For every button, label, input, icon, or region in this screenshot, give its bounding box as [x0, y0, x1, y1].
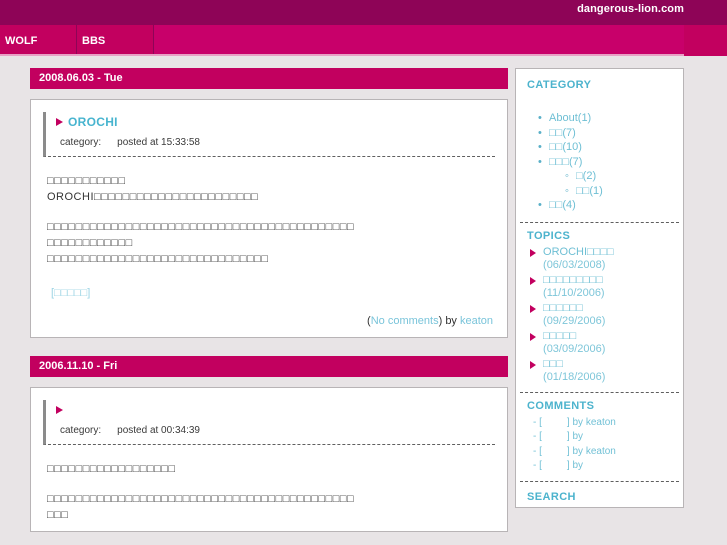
sidebar-divider — [520, 391, 679, 393]
comment-item[interactable]: - [ ] by — [533, 430, 672, 445]
post-more-link[interactable]: [□□□□□] — [47, 285, 90, 301]
post-body-line: □□□□□□□□□□□ — [47, 175, 126, 187]
topic-title: □□□□□ — [543, 329, 577, 342]
post-entry: OROCHI category: posted at 15:33:58 □□□□… — [30, 99, 509, 338]
triangle-bullet-icon — [530, 360, 537, 369]
site-header: dangerous-lion.com — [0, 0, 727, 25]
category-item[interactable]: □□(10) — [538, 140, 672, 155]
sidebar-section-topics: TOPICS OROCHI□□□□ (06/03/2008) □□□□□□□□□… — [516, 230, 683, 385]
sidebar-heading-topics: TOPICS — [527, 229, 571, 242]
comment-item[interactable]: - [ ] by keaton — [533, 445, 672, 460]
post-body: □□□□□□□□□□□□□□□□□□ □□□□□□□□□□□□□□□□□□□□□… — [43, 445, 495, 523]
category-subitem[interactable]: □□(1) — [565, 184, 672, 199]
comments-list: - [ ] by keaton - [ ] by - [ ] by keaton… — [527, 416, 672, 474]
sidebar-section-search: SEARCH — [516, 489, 683, 503]
post-body: □□□□□□□□□□□ OROCHI□□□□□□□□□□□□□□□□□□□□□□… — [43, 157, 495, 301]
post-body-line: □□□□□□□□□□□□□□□□□□□□□□□□□□□□□□□ — [47, 253, 269, 265]
nav-tab-wolf[interactable]: WOLF — [0, 25, 77, 56]
category-item-about[interactable]: About(1) — [538, 111, 672, 126]
post-date-bar: 2008.06.03 - Tue — [30, 68, 509, 89]
post-body-line: □□□□□□□□□□□□□□□□□□□□□□□□□□□□□□□□□□□□□□□□… — [47, 221, 355, 233]
sidebar-divider — [520, 221, 679, 223]
footer-paren-close: ) — [438, 315, 443, 327]
post-body-line: □□□□□□□□□□□□□□□□□□□□□□□□□□□□□□□□□□□□□□□□… — [47, 493, 355, 505]
content-column: 2008.06.03 - Tue OROCHI category: posted… — [30, 68, 509, 532]
post-meta: category: posted at 15:33:58 — [56, 137, 495, 148]
sidebar-section-category: CATEGORY About(1) □□(7) □□(10) □□□(7) □(… — [516, 79, 683, 213]
navigation-bar: WOLF BBS — [0, 25, 727, 56]
post-category-label: category: — [60, 425, 102, 436]
post-posted-time: posted at 00:34:39 — [117, 425, 200, 436]
topic-title: □□□ — [543, 357, 563, 370]
post-body-line: OROCHI□□□□□□□□□□□□□□□□□□□□□□□ — [47, 191, 259, 203]
topic-item[interactable]: □□□□□ (03/09/2006) — [527, 330, 672, 357]
topic-title: OROCHI□□□□ — [543, 245, 614, 258]
footer-by-label: by — [445, 315, 457, 327]
sidebar-section-comments: COMMENTS - [ ] by keaton - [ ] by - [ ] … — [516, 400, 683, 474]
post-date-bar: 2006.11.10 - Fri — [30, 356, 509, 377]
post-body-line: □□□□□□□□□□□□□□□□□□ — [47, 463, 176, 475]
topic-item[interactable]: □□□ (01/18/2006) — [527, 358, 672, 385]
category-item[interactable]: □□(4) — [538, 198, 672, 213]
triangle-bullet-icon — [56, 405, 63, 414]
sidebar: CATEGORY About(1) □□(7) □□(10) □□□(7) □(… — [515, 68, 684, 508]
triangle-bullet-icon — [530, 332, 537, 341]
site-title: dangerous-lion.com — [577, 3, 684, 15]
triangle-bullet-icon — [530, 276, 537, 285]
post-body-line: □□□□□□□□□□□□ — [47, 237, 133, 249]
topic-date: (09/29/2006) — [543, 315, 606, 327]
triangle-bullet-icon — [530, 248, 537, 257]
post-title[interactable]: OROCHI — [68, 115, 118, 129]
nav-filler — [154, 25, 684, 56]
sidebar-heading-comments: COMMENTS — [527, 399, 595, 412]
topic-date: (01/18/2006) — [543, 371, 606, 383]
triangle-bullet-icon — [530, 304, 537, 313]
nav-tab-bbs[interactable]: BBS — [77, 25, 154, 56]
post-category-label: category: — [60, 137, 102, 148]
topics-list: OROCHI□□□□ (06/03/2008) □□□□□□□□□ (11/10… — [527, 246, 672, 385]
topic-date: (06/03/2008) — [543, 259, 606, 271]
topic-item[interactable]: OROCHI□□□□ (06/03/2008) — [527, 246, 672, 273]
category-sublist: □(2) □□(1) — [549, 169, 672, 198]
comment-item[interactable]: - [ ] by — [533, 459, 672, 474]
category-item-label: □□□(7) — [549, 155, 583, 168]
comments-link[interactable]: No comments — [371, 315, 439, 327]
triangle-bullet-icon — [56, 117, 63, 126]
topic-title: □□□□□□□□□ — [543, 273, 603, 286]
category-subitem[interactable]: □(2) — [565, 169, 672, 184]
post-body-line: □□□ — [47, 509, 69, 521]
topic-date: (03/09/2006) — [543, 343, 606, 355]
post-footer: (No comments) by keaton — [43, 301, 495, 329]
topic-date: (11/10/2006) — [543, 287, 605, 299]
category-list: About(1) □□(7) □□(10) □□□(7) □(2) □□(1) … — [527, 111, 672, 213]
category-item[interactable]: □□□(7) □(2) □□(1) — [538, 155, 672, 199]
post-meta: category: posted at 00:34:39 — [56, 425, 495, 436]
sidebar-heading-category: CATEGORY — [527, 79, 592, 91]
post-header: OROCHI category: posted at 15:33:58 — [43, 112, 496, 157]
sidebar-heading-search: SEARCH — [527, 490, 576, 503]
post-header: category: posted at 00:34:39 — [43, 400, 496, 445]
category-item[interactable]: □□(7) — [538, 126, 672, 141]
sidebar-divider — [520, 480, 679, 482]
comment-item[interactable]: - [ ] by keaton — [533, 416, 672, 431]
topic-item[interactable]: □□□□□□□□□ (11/10/2006) — [527, 274, 672, 301]
post-entry: category: posted at 00:34:39 □□□□□□□□□□□… — [30, 387, 509, 532]
post-posted-time: posted at 15:33:58 — [117, 137, 200, 148]
topic-title: □□□□□□ — [543, 301, 583, 314]
author-link[interactable]: keaton — [460, 315, 493, 327]
topic-item[interactable]: □□□□□□ (09/29/2006) — [527, 302, 672, 329]
